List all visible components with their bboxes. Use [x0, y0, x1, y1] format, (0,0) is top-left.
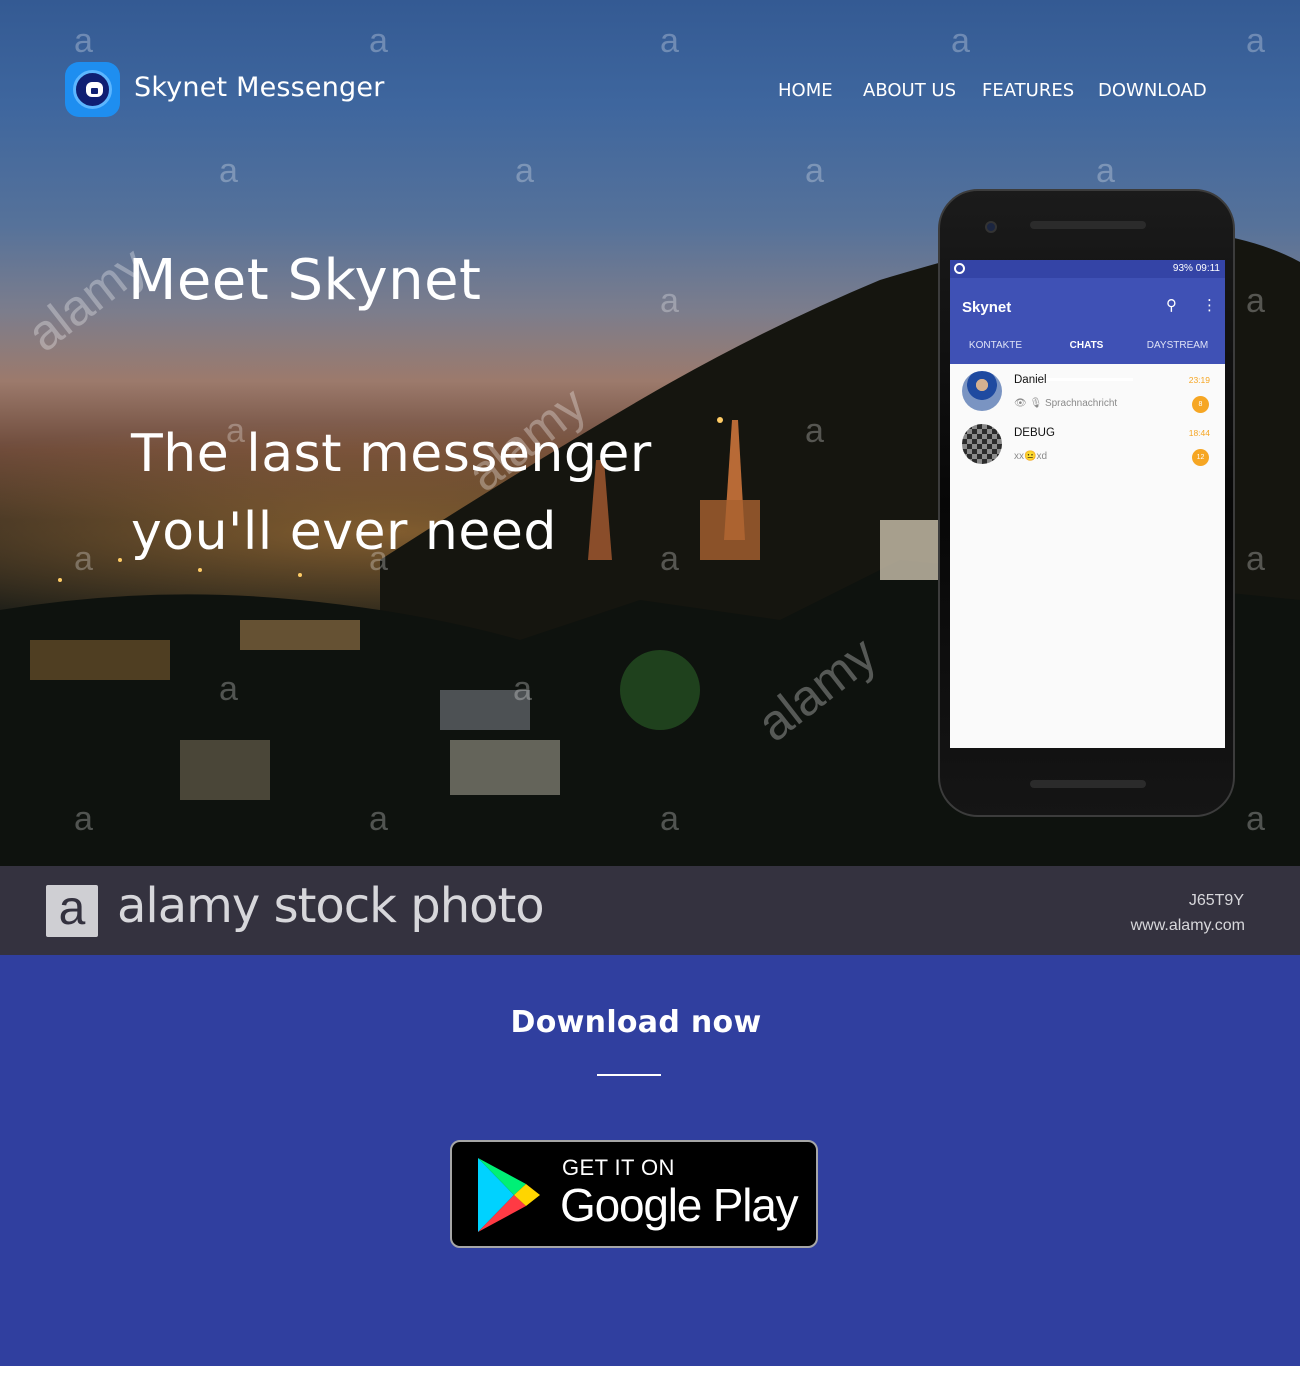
chat-name: Daniel — [1014, 374, 1047, 386]
phone-camera — [985, 221, 997, 233]
chat-name: DEBUG — [1014, 427, 1055, 439]
watermark-glyph: a — [660, 282, 679, 320]
watermark-glyph: a — [74, 800, 93, 838]
search-icon[interactable]: ⚲ — [1166, 296, 1177, 314]
hero-title: Meet Skynet — [128, 248, 482, 313]
tab-chats[interactable]: CHATS — [1041, 340, 1132, 351]
app-bar: Skynet ⚲ ⋮ KONTAKTE CHATS DAYSTREAM — [950, 278, 1225, 381]
watermark-glyph: a — [1246, 800, 1265, 838]
watermark-glyph: a — [805, 152, 824, 190]
stock-brand-text: alamy stock photo — [117, 878, 545, 934]
stock-photo-banner: a alamy stock photo J65T9Y www.alamy.com — [0, 866, 1300, 955]
hero-tagline-line1: The last messenger — [131, 424, 652, 484]
phone-speaker — [1030, 221, 1146, 229]
chat-preview: xx😐xd — [1014, 451, 1048, 462]
google-play-button[interactable]: GET IT ON Google Play — [450, 1140, 818, 1248]
watermark-glyph: a — [1246, 282, 1265, 320]
hero-tagline-line2: you'll ever need — [131, 502, 557, 562]
heading-divider — [597, 1074, 661, 1076]
watermark-glyph: a — [1096, 152, 1115, 190]
more-vert-icon[interactable]: ⋮ — [1202, 296, 1217, 314]
badge-store-name: Google Play — [560, 1179, 799, 1231]
watermark-glyph: a — [219, 152, 238, 190]
watermark-glyph: a — [1246, 22, 1265, 60]
nav-download[interactable]: DOWNLOAD — [1098, 80, 1207, 101]
chat-time: 23:19 — [1188, 375, 1210, 385]
google-play-icon — [478, 1158, 540, 1232]
watermark-glyph: a — [515, 152, 534, 190]
tab-kontakte[interactable]: KONTAKTE — [950, 340, 1041, 351]
chat-time: 18:44 — [1188, 428, 1210, 438]
watermark-glyph: a — [219, 670, 238, 708]
status-time: 09:11 — [1195, 263, 1220, 274]
app-bar-title: Skynet — [962, 299, 1012, 316]
watermark-glyph: a — [660, 800, 679, 838]
watermark-glyph: a — [74, 22, 93, 60]
phone-mockup: 93% 09:11 Skynet ⚲ ⋮ KONTAKTE CHATS DAYS… — [938, 189, 1235, 817]
status-bar: 93% 09:11 — [950, 260, 1225, 278]
app-name[interactable]: Skynet Messenger — [134, 72, 385, 103]
watermark-glyph: a — [1246, 540, 1265, 578]
watermark-glyph: a — [369, 800, 388, 838]
stock-image-id: J65T9Y — [1188, 892, 1244, 909]
avatar — [962, 424, 1002, 464]
chat-row[interactable]: Daniel 👁 🎙 Sprachnachricht 23:19 8 — [950, 366, 1225, 418]
nav-features[interactable]: FEATURES — [982, 80, 1074, 101]
watermark-glyph: a — [513, 670, 532, 708]
download-heading: Download now — [510, 1005, 762, 1040]
tab-daystream[interactable]: DAYSTREAM — [1132, 340, 1223, 351]
alamy-logo-icon: a — [46, 885, 98, 937]
skynet-logo-icon[interactable] — [65, 62, 120, 117]
watermark-glyph: a — [74, 540, 93, 578]
chat-preview: 👁 🎙 Sprachnachricht — [1014, 398, 1118, 409]
app-notification-icon — [954, 263, 965, 274]
unread-badge: 8 — [1192, 396, 1209, 413]
avatar — [962, 371, 1002, 411]
watermark-glyph: a — [805, 412, 824, 450]
chat-row[interactable]: DEBUG xx😐xd 18:44 12 — [950, 419, 1225, 471]
watermark-glyph: a — [660, 540, 679, 578]
stock-site-url: www.alamy.com — [1130, 917, 1245, 934]
page-bottom-edge — [0, 1366, 1300, 1375]
hero-section: a a a a a a a a a a a a a a a a a a a a … — [0, 0, 1300, 866]
unread-badge: 12 — [1192, 449, 1209, 466]
phone-speaker-bottom — [1030, 780, 1146, 788]
nav-about-us[interactable]: ABOUT US — [863, 80, 956, 101]
battery-level: 93% — [1172, 263, 1193, 274]
nav-home[interactable]: HOME — [778, 80, 833, 101]
download-section: Download now GET IT ON Google Play — [0, 955, 1300, 1366]
watermark-glyph: a — [660, 22, 679, 60]
watermark-glyph: a — [369, 22, 388, 60]
phone-screen: 93% 09:11 Skynet ⚲ ⋮ KONTAKTE CHATS DAYS… — [950, 260, 1225, 748]
watermark-glyph: a — [951, 22, 970, 60]
